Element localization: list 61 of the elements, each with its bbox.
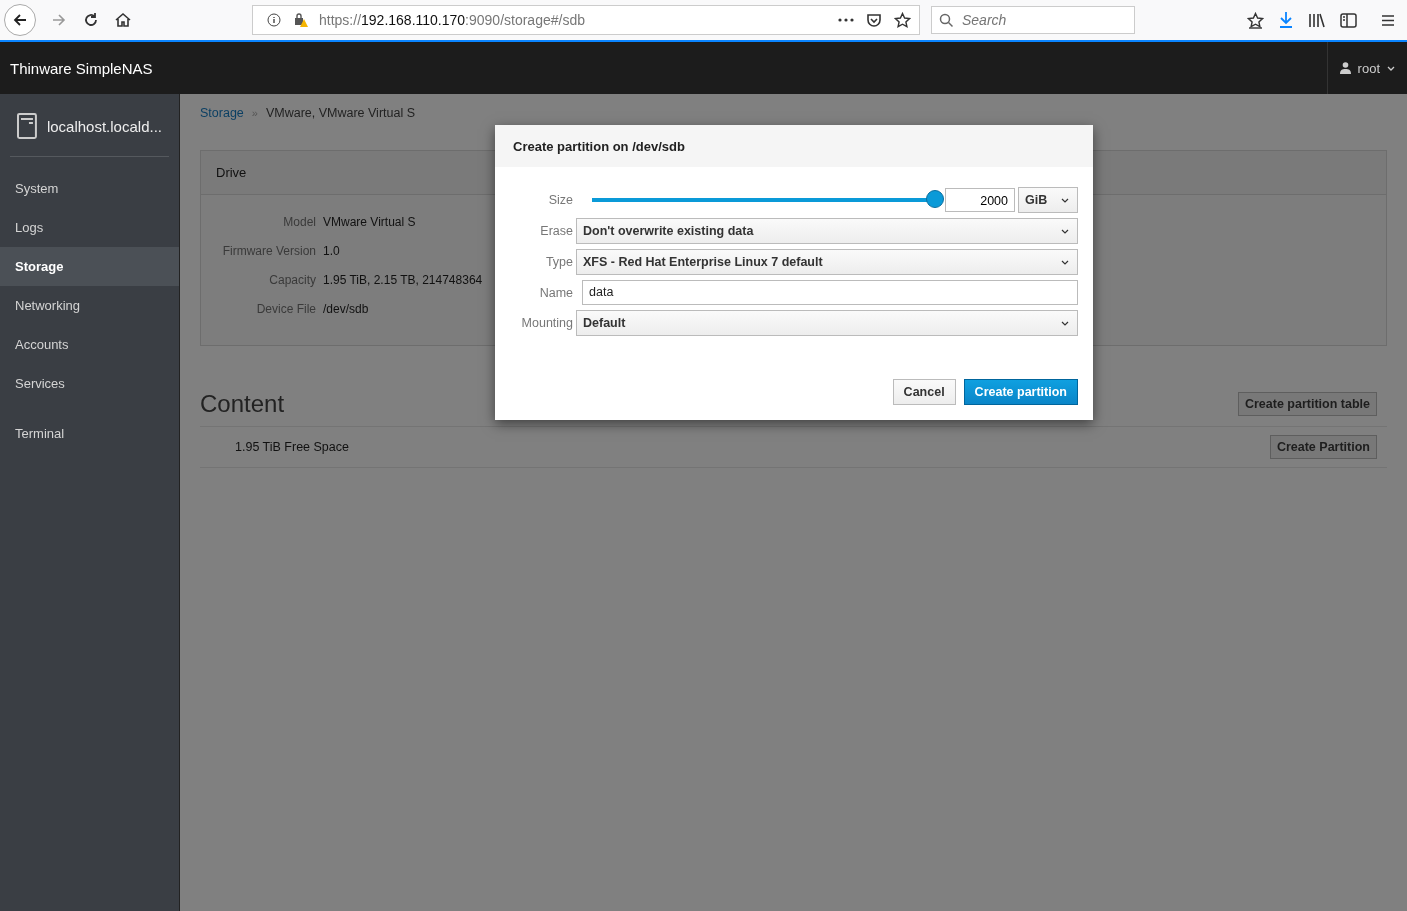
field-label: Device File [255, 302, 316, 318]
library-icon[interactable] [1308, 12, 1326, 28]
dialog-title: Create partition on /dev/sdb [513, 138, 685, 154]
user-icon [1339, 62, 1351, 74]
star-icon[interactable] [894, 11, 911, 29]
field-label: Size [547, 193, 573, 207]
search-icon [939, 13, 954, 28]
panel-title: Drive [216, 165, 247, 180]
create-partition-button[interactable]: Create Partition [1269, 435, 1377, 459]
caret-icon [1061, 228, 1069, 234]
info-icon [267, 13, 281, 27]
caret-icon [1387, 65, 1395, 71]
field-label: Firmware Version [221, 244, 316, 260]
free-space-label: 1.95 TiB Free Space [235, 440, 349, 454]
nav-item[interactable]: System [0, 169, 179, 208]
field-label: Mounting [520, 316, 573, 330]
search-field[interactable]: Search [931, 6, 1135, 34]
pocket-icon[interactable] [866, 12, 882, 28]
home-icon[interactable] [114, 11, 132, 29]
field-label: Erase [539, 224, 573, 238]
dropdown[interactable]: XFS - Red Hat Enterprise Linux 7 default [576, 249, 1078, 275]
field-label: Model [282, 215, 316, 231]
caret-icon [1061, 320, 1069, 326]
caret-icon [1061, 259, 1069, 265]
more-dots-icon[interactable] [838, 17, 854, 23]
nav-item[interactable]: Storage [0, 247, 179, 286]
field-value: VMware Virtual S [323, 215, 416, 231]
field-label: Capacity [268, 273, 316, 289]
bookmarks-star-icon[interactable] [1247, 11, 1264, 29]
nav-item[interactable]: Services [0, 364, 179, 403]
brand-title: Thinware SimpleNAS [10, 59, 153, 77]
dropdown[interactable]: Default [576, 310, 1078, 336]
nav-item[interactable]: Logs [0, 208, 179, 247]
field-label: Name [538, 285, 573, 300]
field-value: /dev/sdb [323, 302, 369, 318]
section-title: Content [200, 390, 285, 418]
breadcrumb-separator: » [251, 107, 258, 119]
url-text: https://192.168.110.170:9090/storage#/sdb [319, 12, 585, 28]
back-button[interactable] [4, 4, 36, 36]
nav-item[interactable]: Accounts [0, 325, 179, 364]
sidebar-icon[interactable] [1340, 12, 1357, 28]
address-bar[interactable]: https://192.168.110.170:9090/storage#/sdb [252, 5, 920, 35]
field-value: 1.95 TiB, 2.15 TB, 214748364 [323, 273, 483, 289]
menu-icon[interactable] [1381, 13, 1395, 27]
size-input[interactable]: 2000 [945, 188, 1015, 212]
create-table-button[interactable]: Create partition table [1237, 392, 1377, 416]
dropdown[interactable]: Don't overwrite existing data [576, 218, 1078, 244]
nav-item[interactable]: Terminal [0, 414, 179, 453]
field-label: Type [544, 255, 573, 269]
field-value: 1.0 [323, 244, 340, 260]
reload-icon[interactable] [82, 11, 100, 29]
server-icon [17, 113, 37, 139]
unit-dropdown[interactable]: GiB [1018, 187, 1078, 213]
nav-item[interactable]: Networking [0, 286, 179, 325]
caret-icon [1061, 197, 1069, 203]
input-field[interactable]: data [582, 280, 1078, 305]
download-icon[interactable] [1278, 11, 1294, 29]
host-switcher[interactable]: localhost.locald... [0, 94, 179, 156]
lock-warning-icon [293, 12, 309, 28]
breadcrumb-current: VMware, VMware Virtual S [265, 106, 416, 120]
cancel-button[interactable]: Cancel [892, 379, 956, 405]
